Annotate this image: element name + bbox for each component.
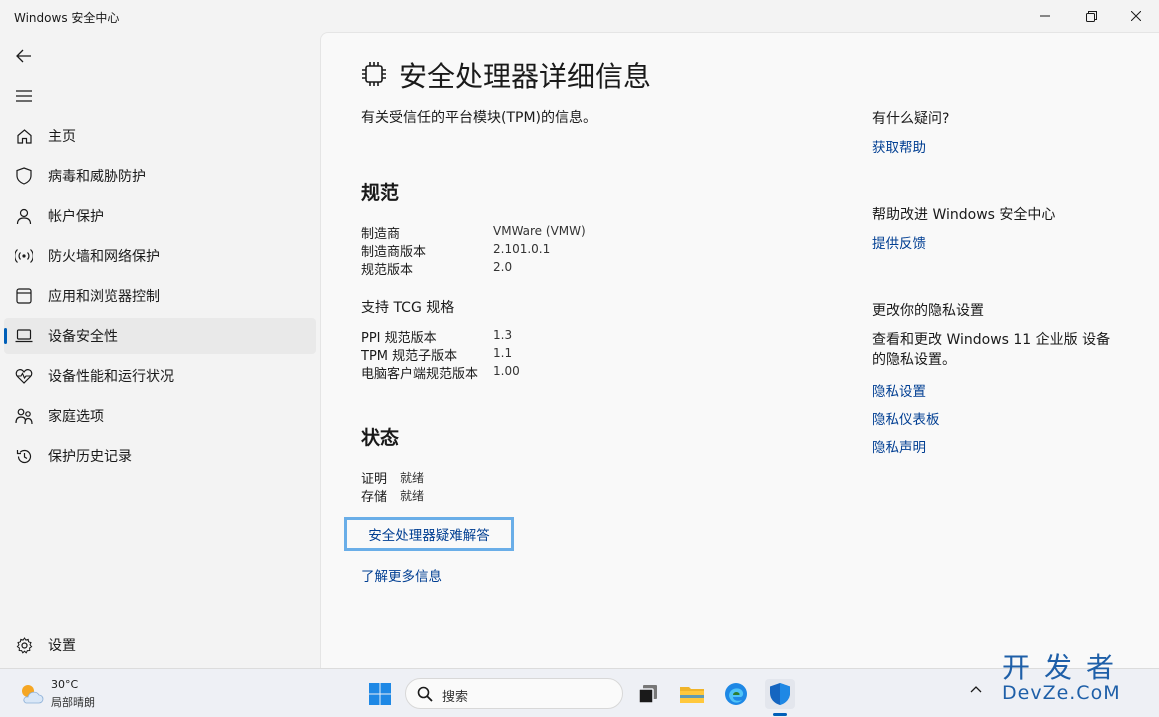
- sidebar-item-label: 病毒和威胁防护: [48, 169, 146, 185]
- folder-icon: [680, 687, 704, 703]
- spec-key: 制造商版本: [361, 245, 427, 260]
- tcg-key: 电脑客户端规范版本: [361, 367, 479, 382]
- privacy-statement-link[interactable]: 隐私声明: [872, 436, 926, 456]
- shield-icon: [15, 167, 33, 185]
- sidebar-item-label: 家庭选项: [48, 409, 104, 425]
- heart-pulse-icon: [15, 367, 33, 385]
- task-view-button[interactable]: [633, 679, 663, 709]
- sidebar-item-label: 应用和浏览器控制: [48, 289, 160, 305]
- spec-value: VMWare (VMW): [493, 224, 586, 238]
- sidebar-item-settings[interactable]: 设置: [4, 627, 316, 663]
- privacy-settings-link[interactable]: 隐私设置: [872, 380, 926, 400]
- taskbar-search[interactable]: 搜索: [405, 678, 623, 709]
- windows-logo-icon: [369, 683, 391, 705]
- family-icon: [15, 407, 33, 425]
- security-shield-icon: [770, 683, 790, 705]
- tray-overflow-chevron-icon[interactable]: [970, 683, 982, 697]
- maximize-button[interactable]: [1068, 0, 1114, 32]
- restore-icon: [1085, 10, 1097, 22]
- sidebar-item-family-options[interactable]: 家庭选项: [4, 398, 316, 434]
- sidebar-item-label: 主页: [48, 129, 76, 145]
- spec-value: 2.101.0.1: [493, 242, 551, 256]
- main-content: 安全处理器详细信息 有关受信任的平台模块(TPM)的信息。 规范 制造商 VMW…: [320, 32, 1159, 668]
- minimize-icon: [1040, 15, 1050, 17]
- status-heading: 状态: [361, 427, 400, 449]
- file-explorer-button[interactable]: [677, 679, 707, 709]
- spec-key: 规范版本: [361, 263, 414, 278]
- page-title: 安全处理器详细信息: [399, 60, 652, 93]
- person-icon: [15, 207, 33, 225]
- weather-widget[interactable]: [18, 681, 44, 707]
- spec-value: 2.0: [493, 260, 513, 274]
- sidebar: 主页 病毒和威胁防护 帐户保护 防火墙和网络保护 应用和浏览器控制 设备安全性 …: [0, 32, 320, 668]
- status-key: 证明: [361, 472, 388, 487]
- chip-icon: [361, 61, 387, 91]
- weather-temperature: 30°C: [51, 678, 79, 691]
- tcg-key: PPI 规范版本: [361, 331, 437, 346]
- weather-description: 局部晴朗: [51, 696, 95, 709]
- help-heading: 有什么疑问?: [872, 111, 950, 127]
- edge-icon: [725, 683, 747, 705]
- minimize-button[interactable]: [1022, 0, 1068, 32]
- feedback-link[interactable]: 提供反馈: [872, 232, 926, 252]
- menu-button[interactable]: [14, 86, 34, 106]
- history-icon: [15, 447, 33, 465]
- sidebar-item-label: 帐户保护: [48, 209, 104, 225]
- sidebar-item-app-browser[interactable]: 应用和浏览器控制: [4, 278, 316, 314]
- search-icon: [417, 686, 433, 706]
- hamburger-icon: [16, 90, 32, 102]
- tcg-heading: 支持 TCG 规格: [361, 300, 455, 316]
- title-bar: Windows 安全中心: [0, 0, 1159, 32]
- sidebar-item-label: 设置: [48, 638, 76, 654]
- sidebar-item-device-performance[interactable]: 设备性能和运行状况: [4, 358, 316, 394]
- back-arrow-icon: [16, 49, 31, 63]
- start-button[interactable]: [365, 679, 395, 709]
- sidebar-item-label: 设备安全性: [48, 329, 118, 345]
- close-button[interactable]: [1113, 0, 1159, 32]
- window-title: Windows 安全中心: [14, 11, 120, 25]
- wireless-icon: [15, 247, 33, 265]
- spec-heading: 规范: [361, 182, 400, 204]
- troubleshoot-link[interactable]: 安全处理器疑难解答: [344, 517, 514, 551]
- tcg-value: 1.3: [493, 328, 513, 342]
- search-placeholder: 搜索: [442, 690, 469, 705]
- sidebar-item-label: 防火墙和网络保护: [48, 249, 160, 265]
- sidebar-item-home[interactable]: 主页: [4, 118, 316, 154]
- sidebar-item-protection-history[interactable]: 保护历史记录: [4, 438, 316, 474]
- partly-sunny-icon: [22, 685, 44, 704]
- learn-more-link[interactable]: 了解更多信息: [361, 565, 442, 585]
- sidebar-item-device-security[interactable]: 设备安全性: [4, 318, 316, 354]
- page-description: 有关受信任的平台模块(TPM)的信息。: [361, 110, 597, 126]
- laptop-icon: [15, 327, 33, 345]
- get-help-link[interactable]: 获取帮助: [872, 136, 926, 156]
- status-value: 就绪: [400, 489, 425, 503]
- gear-icon: [15, 636, 33, 654]
- back-button[interactable]: [14, 46, 34, 66]
- status-value: 就绪: [400, 471, 425, 485]
- status-key: 存储: [361, 490, 388, 505]
- edge-browser-button[interactable]: [721, 679, 751, 709]
- sidebar-item-label: 设备性能和运行状况: [48, 369, 174, 385]
- tcg-value: 1.1: [493, 346, 513, 360]
- taskbar: 30°C 局部晴朗 搜索: [0, 668, 1159, 717]
- spec-key: 制造商: [361, 227, 401, 242]
- windows-security-taskbar-button[interactable]: [765, 679, 795, 709]
- troubleshoot-label: 安全处理器疑难解答: [368, 528, 490, 544]
- sidebar-item-firewall[interactable]: 防火墙和网络保护: [4, 238, 316, 274]
- home-icon: [15, 127, 33, 145]
- improve-heading: 帮助改进 Windows 安全中心: [872, 207, 1056, 223]
- privacy-heading: 更改你的隐私设置: [872, 303, 984, 319]
- active-app-indicator: [773, 713, 787, 716]
- tcg-key: TPM 规范子版本: [361, 349, 458, 364]
- sidebar-item-virus-protection[interactable]: 病毒和威胁防护: [4, 158, 316, 194]
- close-icon: [1131, 11, 1141, 21]
- sidebar-item-label: 保护历史记录: [48, 449, 132, 465]
- privacy-text: 查看和更改 Windows 11 企业版 设备的隐私设置。: [872, 332, 1111, 368]
- tcg-value: 1.00: [493, 364, 520, 378]
- app-window-icon: [15, 287, 33, 305]
- sidebar-item-account-protection[interactable]: 帐户保护: [4, 198, 316, 234]
- privacy-dashboard-link[interactable]: 隐私仪表板: [872, 408, 940, 428]
- task-view-icon: [638, 685, 657, 704]
